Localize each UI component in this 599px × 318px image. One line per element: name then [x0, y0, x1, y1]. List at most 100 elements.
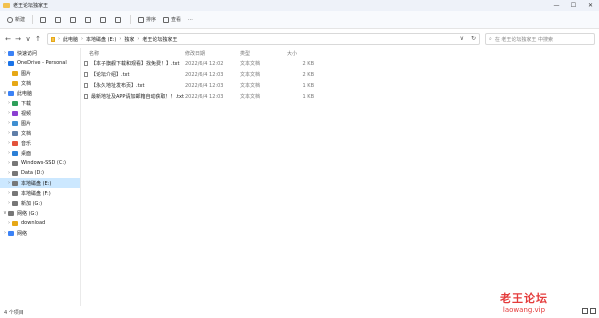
sidebar-item-label: 图片 — [21, 120, 32, 127]
view-label: 查看 — [171, 17, 182, 23]
sidebar-item[interactable]: › Data (D:) — [0, 168, 80, 178]
file-row[interactable]: 最新地址及APP请加邮箱自动获取！！.txt 2022/6/4 12:03 文本文档… — [84, 91, 599, 102]
sidebar-item-label: 网络 (G:) — [17, 210, 39, 217]
file-row[interactable]: 【永久地址发布页】.txt 2022/6/4 12:03 文本文档 1 KB — [84, 80, 599, 91]
text-file-icon — [84, 83, 88, 88]
sidebar-item[interactable]: › 新加 (G:) — [0, 198, 80, 208]
sidebar-item[interactable]: ∨ 网络 (G:) — [0, 208, 80, 218]
column-headers: 名称 修改日期 类型 大小 — [84, 48, 599, 58]
cut-button[interactable] — [40, 16, 48, 23]
toolbar-divider — [130, 15, 132, 24]
refresh-icon[interactable]: ↻ — [471, 35, 476, 42]
file-size: 1 KB — [302, 82, 314, 89]
file-name: 最新地址及APP请加邮箱自动获取！！.txt — [91, 94, 184, 100]
column-name[interactable]: 名称 — [84, 50, 185, 57]
search-box[interactable]: ⌕ 在 老王论坛独家王 中搜索 — [485, 33, 595, 45]
sidebar-item-label: 新加 (G:) — [21, 200, 43, 207]
sidebar-item[interactable]: › 快速访问 — [0, 48, 80, 58]
copy-icon — [55, 16, 62, 23]
sidebar-item-label: Data (D:) — [21, 170, 44, 176]
close-button[interactable]: ✕ — [582, 0, 599, 11]
sidebar-item[interactable]: › 下载 — [0, 98, 80, 108]
view-toggle — [582, 308, 596, 314]
folder-icon — [12, 120, 18, 126]
sidebar-item[interactable]: ∨ 此电脑 — [0, 88, 80, 98]
item-count: 4 个项目 — [4, 309, 24, 316]
sidebar-item-label: 快速访问 — [17, 50, 38, 57]
address-bar[interactable]: › 此电脑 › 本地磁盘 (E:) › 独家 › 老王论坛独家王 ∨ ↻ — [47, 33, 480, 45]
delete-button[interactable] — [115, 16, 123, 23]
window-title: 老王论坛独家王 — [13, 3, 49, 9]
up-button[interactable]: ↑ — [33, 35, 43, 43]
sidebar-item[interactable]: › 图片 — [0, 118, 80, 128]
folder-icon — [12, 110, 18, 116]
rename-button[interactable] — [85, 16, 93, 23]
trash-icon — [115, 16, 122, 23]
minimize-button[interactable]: — — [548, 0, 565, 11]
breadcrumb-exclusive[interactable]: 独家 — [124, 36, 134, 43]
file-row[interactable]: 【论坛介绍】.txt 2022/6/4 12:03 文本文档 2 KB — [84, 69, 599, 80]
sidebar-item[interactable]: › download — [0, 218, 80, 228]
navigation-pane: › 快速访问 › OneDrive - Personal 图片 文档 ∨ 此电脑 › 下载 › 视频 ›… — [0, 48, 80, 306]
tiles-view-button[interactable] — [590, 308, 596, 314]
share-button[interactable] — [100, 16, 108, 23]
chevron-down-icon[interactable]: ∨ — [460, 35, 464, 42]
address-actions: ∨ ↻ — [460, 35, 476, 42]
sidebar-item[interactable]: › Windows-SSD (C:) — [0, 158, 80, 168]
maximize-button[interactable]: ☐ — [565, 0, 582, 11]
recent-locations-button[interactable]: ∨ — [23, 35, 33, 43]
column-type[interactable]: 类型 — [240, 50, 287, 57]
folder-icon — [12, 150, 18, 156]
copy-button[interactable] — [55, 16, 63, 23]
back-button[interactable]: ← — [3, 35, 13, 43]
sidebar-item[interactable]: › 网络 — [0, 228, 80, 238]
sidebar-item[interactable]: › OneDrive - Personal — [0, 58, 80, 68]
folder-icon — [8, 50, 14, 56]
file-size: 1 KB — [302, 93, 314, 100]
sidebar-item[interactable]: 文档 — [0, 78, 80, 88]
paste-button[interactable] — [70, 16, 78, 23]
new-label: 新建 — [15, 17, 26, 23]
file-date: 2022/6/4 12:03 — [185, 71, 224, 78]
new-button[interactable]: 新建 — [7, 16, 25, 23]
breadcrumb-drive-e[interactable]: 本地磁盘 (E:) — [86, 36, 116, 43]
sidebar-item-label: 视频 — [21, 110, 32, 117]
share-icon — [100, 16, 107, 23]
file-type: 文本文档 — [240, 83, 261, 89]
view-button[interactable]: 查看 — [163, 16, 181, 23]
sidebar-item[interactable]: › 本地磁盘 (F:) — [0, 188, 80, 198]
folder-icon — [51, 36, 55, 42]
text-file-icon — [84, 61, 88, 66]
file-list: 名称 修改日期 类型 大小 【本子旗舰下载和观看】找免费！】.txt 2022/6… — [84, 48, 599, 306]
sidebar-item[interactable]: 图片 — [0, 68, 80, 78]
sort-button[interactable]: 排序 — [138, 16, 156, 23]
details-view-button[interactable] — [582, 308, 588, 314]
breadcrumb-this-pc[interactable]: 此电脑 — [63, 36, 78, 43]
file-size: 2 KB — [302, 60, 314, 67]
sidebar-item[interactable]: › 音乐 — [0, 138, 80, 148]
file-row[interactable]: 【本子旗舰下载和观看】找免费！】.txt 2022/6/4 12:02 文本文档 2 … — [84, 58, 599, 69]
sidebar-item[interactable]: › 视频 — [0, 108, 80, 118]
cut-icon — [40, 16, 47, 23]
sidebar-item-label: 此电脑 — [17, 90, 33, 97]
sidebar-item[interactable]: › 文档 — [0, 128, 80, 138]
view-icon — [163, 16, 170, 23]
pane-divider[interactable] — [80, 48, 81, 306]
breadcrumb-current-folder[interactable]: 老王论坛独家王 — [142, 36, 177, 43]
folder-icon — [12, 140, 18, 146]
folder-icon — [3, 3, 10, 8]
more-button[interactable]: ··· — [188, 17, 193, 23]
text-file-icon — [84, 72, 88, 77]
file-name: 【本子旗舰下载和观看】找免费！】.txt — [91, 61, 180, 67]
sidebar-item[interactable]: › 本地磁盘 (E:) — [0, 178, 80, 188]
window-controls: — ☐ ✕ — [548, 0, 599, 11]
folder-icon — [12, 160, 18, 166]
forward-button[interactable]: → — [13, 35, 23, 43]
column-date[interactable]: 修改日期 — [185, 50, 240, 57]
column-size[interactable]: 大小 — [287, 50, 314, 57]
sidebar-item-label: 文档 — [21, 80, 32, 87]
sidebar-item-label: 本地磁盘 (E:) — [21, 180, 52, 187]
sidebar-item[interactable]: › 桌面 — [0, 148, 80, 158]
toolbar-divider — [32, 15, 34, 24]
paste-icon — [70, 16, 77, 23]
